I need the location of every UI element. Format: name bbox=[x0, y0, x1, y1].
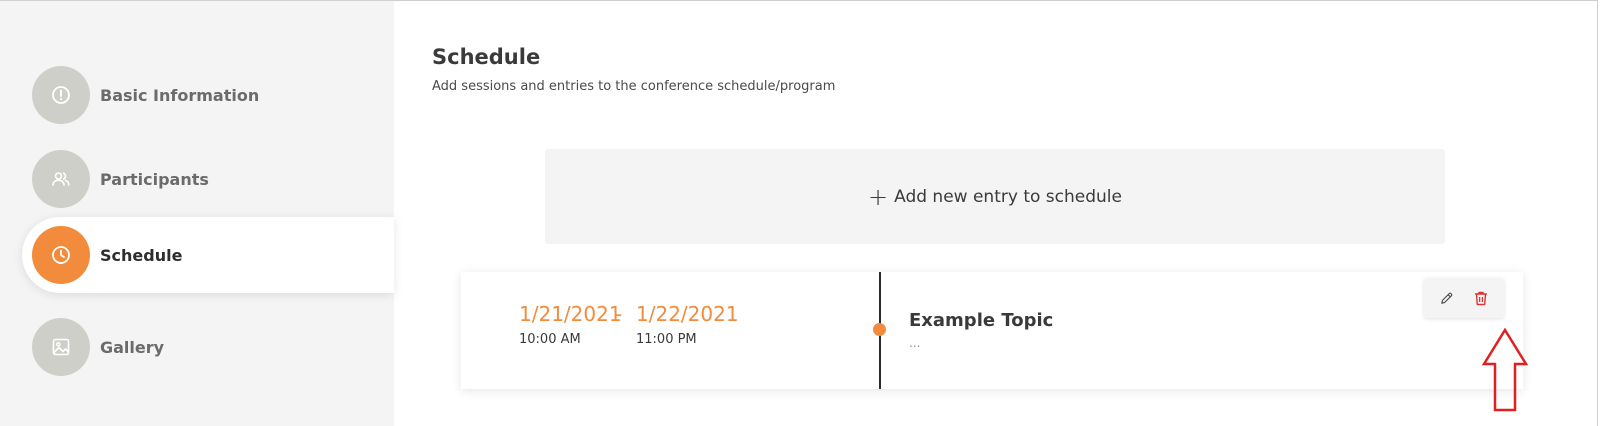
clock-icon bbox=[32, 226, 90, 284]
pencil-icon bbox=[1441, 292, 1453, 304]
delete-button[interactable] bbox=[1469, 286, 1493, 310]
start-datetime: 1/21/2021 10:00 AM bbox=[519, 302, 622, 347]
sidebar-item-participants[interactable]: Participants bbox=[22, 141, 394, 217]
sidebar-item-label: Gallery bbox=[100, 337, 165, 357]
entry-topic: Example Topic bbox=[909, 310, 1054, 331]
end-time: 11:00 PM bbox=[636, 332, 697, 347]
start-date: 1/21/2021 bbox=[519, 302, 622, 326]
page-title: Schedule bbox=[432, 45, 541, 69]
date-separator: - bbox=[615, 302, 623, 326]
timeline-dot bbox=[873, 323, 886, 336]
sidebar-item-label: Participants bbox=[100, 169, 209, 189]
add-entry-button[interactable]: + Add new entry to schedule bbox=[545, 149, 1445, 244]
plus-icon: + bbox=[868, 182, 889, 211]
page-subtitle: Add sessions and entries to the conferen… bbox=[432, 79, 836, 94]
schedule-entry-card[interactable]: 1/21/2021 10:00 AM - 1/22/2021 11:00 PM … bbox=[461, 272, 1523, 389]
main-content: Schedule Add sessions and entries to the… bbox=[394, 1, 1597, 426]
end-datetime: 1/22/2021 11:00 PM bbox=[636, 302, 739, 347]
sidebar-item-schedule[interactable]: Schedule bbox=[22, 217, 394, 293]
add-entry-label: Add new entry to schedule bbox=[894, 186, 1122, 207]
trash-icon bbox=[1475, 291, 1488, 305]
users-icon bbox=[32, 150, 90, 208]
info-circle-icon bbox=[32, 66, 90, 124]
sidebar-item-gallery[interactable]: Gallery bbox=[22, 309, 394, 385]
entry-description: ... bbox=[909, 336, 921, 350]
entry-actions bbox=[1424, 278, 1504, 318]
sidebar-item-label: Basic Information bbox=[100, 85, 260, 105]
end-date: 1/22/2021 bbox=[636, 302, 739, 326]
right-border bbox=[1597, 0, 1598, 426]
app-frame: Basic Information Participants Schedule … bbox=[0, 0, 1600, 426]
sidebar-item-basic-information[interactable]: Basic Information bbox=[22, 57, 394, 133]
up-arrow-annotation-icon bbox=[1482, 328, 1528, 412]
sidebar-item-label: Schedule bbox=[100, 245, 183, 265]
sidebar: Basic Information Participants Schedule … bbox=[0, 1, 394, 426]
image-icon bbox=[32, 318, 90, 376]
start-time: 10:00 AM bbox=[519, 332, 581, 347]
edit-button[interactable] bbox=[1435, 286, 1459, 310]
